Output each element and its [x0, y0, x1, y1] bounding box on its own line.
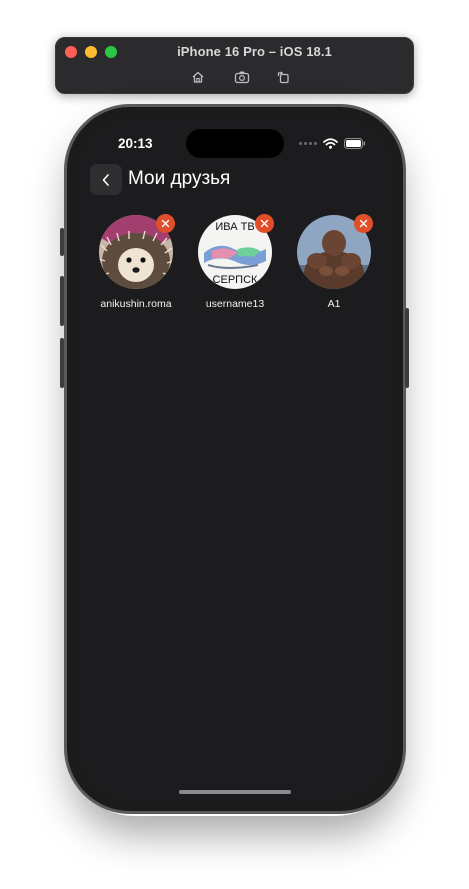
- friend-item[interactable]: ИВА ТВ СЕРПСК username13: [190, 214, 280, 310]
- remove-friend-button[interactable]: [255, 214, 274, 233]
- status-icons: [299, 138, 366, 149]
- battery-icon: [344, 138, 366, 149]
- remove-friend-button[interactable]: [354, 214, 373, 233]
- action-button: [60, 228, 64, 256]
- friend-item[interactable]: anikushin.roma: [91, 214, 181, 310]
- simulator-title: iPhone 16 Pro – iOS 18.1: [177, 44, 332, 59]
- home-icon[interactable]: [189, 68, 207, 86]
- friend-item[interactable]: A1: [289, 214, 379, 310]
- close-icon: [161, 219, 170, 228]
- simulator-toolbar: iPhone 16 Pro – iOS 18.1: [55, 37, 414, 94]
- power-button: [405, 308, 409, 388]
- status-time: 20:13: [118, 136, 153, 151]
- wifi-icon: [323, 138, 338, 149]
- volume-down-button: [60, 338, 64, 388]
- screenshot-icon[interactable]: [233, 68, 251, 86]
- dynamic-island: [186, 129, 284, 158]
- friend-avatar[interactable]: [99, 214, 175, 289]
- remove-friend-button[interactable]: [156, 214, 175, 233]
- avatar-text-top: ИВА ТВ: [215, 221, 254, 233]
- close-icon: [260, 219, 269, 228]
- friend-avatar[interactable]: [297, 214, 373, 289]
- home-indicator[interactable]: [179, 790, 291, 794]
- friend-name: username13: [205, 298, 265, 310]
- rotate-icon[interactable]: [274, 68, 292, 86]
- back-button[interactable]: [90, 164, 122, 195]
- close-icon: [359, 219, 368, 228]
- chevron-left-icon: [102, 173, 109, 186]
- friend-name: A1: [327, 298, 341, 310]
- page-title: Мои друзья: [128, 168, 231, 189]
- cellular-icon: [299, 142, 317, 145]
- friend-name: anikushin.roma: [100, 298, 172, 310]
- avatar-text-bottom: СЕРПСК: [213, 274, 258, 286]
- friend-avatar[interactable]: ИВА ТВ СЕРПСК: [198, 214, 274, 289]
- phone-screen: 20:13 Мои друзья anikushin.roma ИВА ТВ С…: [78, 118, 392, 800]
- volume-up-button: [60, 276, 64, 326]
